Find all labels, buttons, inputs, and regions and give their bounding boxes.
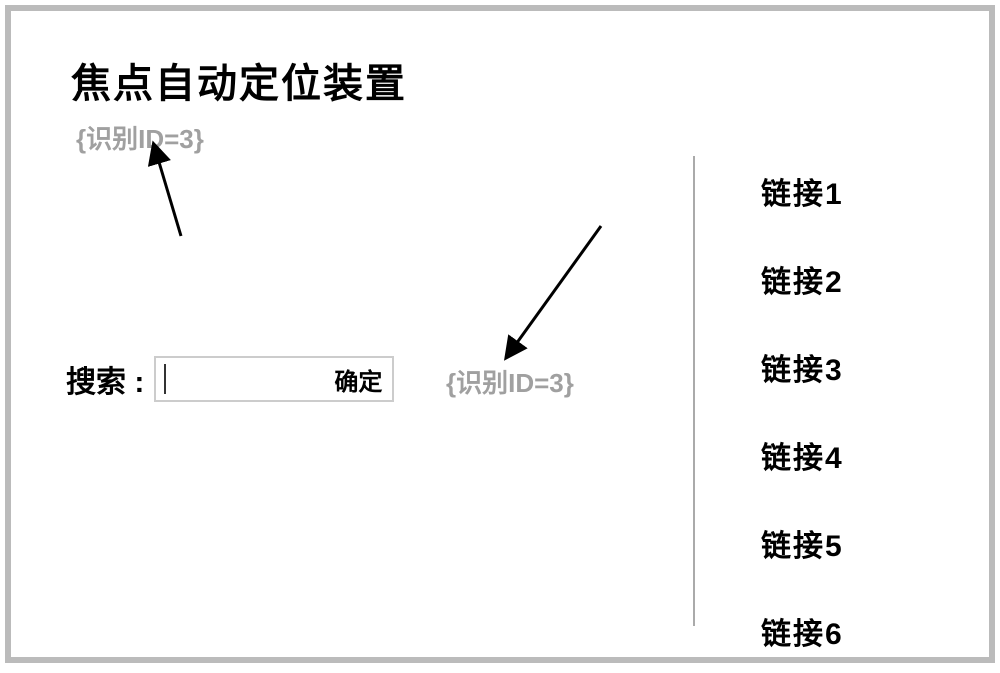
- annotation-right-id: {识别ID=3}: [446, 363, 574, 400]
- page-title: 焦点自动定位装置: [71, 51, 407, 109]
- link-item-6[interactable]: 链接6: [761, 609, 844, 653]
- arrow-right-icon: [501, 221, 621, 361]
- links-list: 链接1 链接2 链接3 链接4 链接5 链接6: [761, 169, 844, 653]
- arrow-top-icon: [141, 146, 191, 241]
- link-item-5[interactable]: 链接5: [761, 521, 844, 565]
- search-row: 搜索 : 确定: [66, 356, 394, 402]
- link-item-1[interactable]: 链接1: [761, 169, 844, 213]
- diagram-frame: 焦点自动定位装置 {识别ID=3} 搜索 : 确定 {识别ID=3} 链接1 链…: [5, 5, 995, 663]
- search-label: 搜索 :: [66, 357, 144, 401]
- link-item-2[interactable]: 链接2: [761, 257, 844, 301]
- sidebar-divider: [693, 156, 695, 626]
- link-item-4[interactable]: 链接4: [761, 433, 844, 477]
- confirm-button[interactable]: 确定: [334, 362, 382, 397]
- search-input[interactable]: 确定: [154, 356, 394, 402]
- link-item-3[interactable]: 链接3: [761, 345, 844, 389]
- text-cursor-icon: [164, 364, 166, 394]
